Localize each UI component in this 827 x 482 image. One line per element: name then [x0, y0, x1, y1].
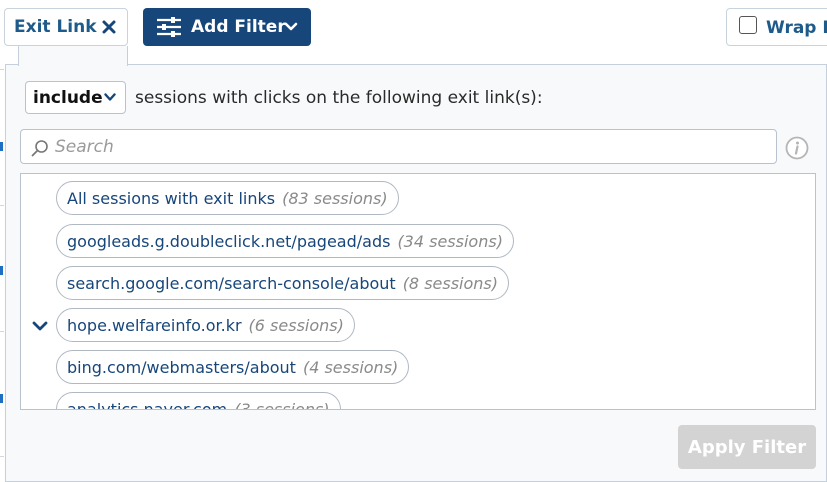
exit-link-filter-chip[interactable]: Exit Link [4, 8, 128, 46]
add-filter-label: Add Filter [191, 17, 286, 37]
exit-link-count: (4 sessions) [302, 357, 399, 377]
close-icon[interactable] [101, 18, 117, 36]
filter-description: sessions with clicks on the following ex… [135, 88, 543, 108]
wrap-lines-label: Wrap L [766, 18, 827, 38]
mode-select-value: include [33, 88, 103, 108]
background-edge-mark [0, 142, 3, 151]
search-input[interactable] [55, 135, 755, 159]
wrap-lines-toggle[interactable]: Wrap L [726, 8, 827, 46]
exit-link-search [20, 129, 777, 164]
background-edge-mark [0, 266, 3, 275]
wrap-lines-checkbox[interactable] [739, 16, 757, 34]
sliders-icon [157, 17, 181, 37]
exit-link-option[interactable]: All sessions with exit links (83 session… [56, 181, 399, 215]
exit-link-name: hope.welfareinfo.or.kr [67, 315, 242, 335]
chevron-down-icon [284, 22, 298, 31]
exit-link-count: (3 sessions) [234, 399, 330, 410]
exit-link-count: (83 sessions) [282, 188, 388, 208]
exit-link-name: bing.com/webmasters/about [67, 357, 296, 377]
exit-link-option[interactable]: googleads.g.doubleclick.net/pagead/ads (… [56, 224, 514, 258]
panel-connector [18, 46, 128, 66]
info-icon[interactable] [785, 136, 809, 160]
exit-link-name: googleads.g.doubleclick.net/pagead/ads [67, 231, 391, 251]
exit-link-count: (8 sessions) [402, 273, 498, 293]
include-exclude-select[interactable]: include [25, 81, 126, 114]
background-edge-mark [0, 394, 3, 403]
exit-link-name: All sessions with exit links [67, 188, 276, 208]
exit-link-count: (6 sessions) [248, 315, 344, 335]
search-icon [31, 140, 48, 157]
background-edge-line [0, 205, 4, 206]
exit-link-name: analytics.naver.com [67, 399, 228, 410]
add-filter-button[interactable]: Add Filter [143, 8, 311, 46]
exit-link-option[interactable]: analytics.naver.com (3 sessions) [56, 392, 341, 410]
exit-link-count: (34 sessions) [397, 231, 503, 251]
filter-chip-label: Exit Link [14, 17, 97, 37]
background-edge-line [0, 456, 4, 457]
exit-link-option[interactable]: search.google.com/search-console/about (… [56, 266, 509, 300]
checkmark-icon [32, 321, 48, 331]
exit-link-list[interactable]: All sessions with exit links (83 session… [20, 173, 816, 410]
background-edge-line [0, 331, 4, 332]
exit-link-name: search.google.com/search-console/about [67, 273, 396, 293]
chevron-down-icon [104, 93, 116, 101]
exit-link-option-selected[interactable]: hope.welfareinfo.or.kr (6 sessions) [56, 308, 355, 342]
background-edge-line [0, 69, 4, 70]
apply-filter-button[interactable]: Apply Filter [678, 425, 816, 469]
exit-link-option[interactable]: bing.com/webmasters/about (4 sessions) [56, 350, 410, 384]
